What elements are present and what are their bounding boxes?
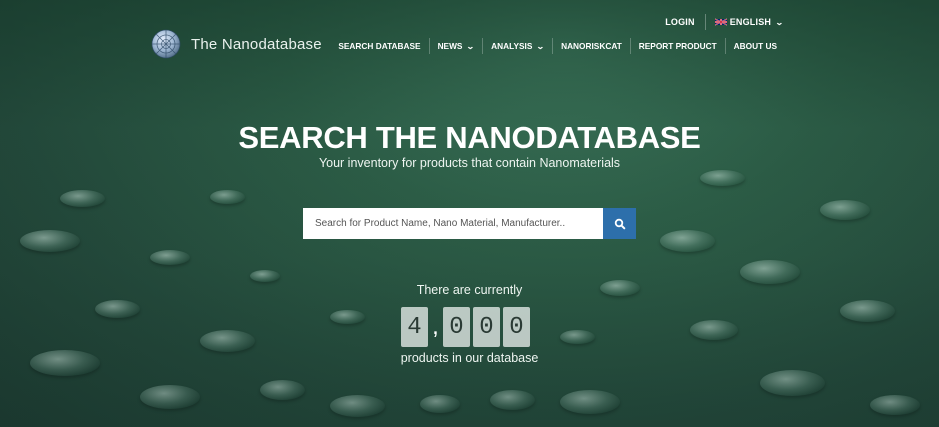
login-link[interactable]: LOGIN [655,15,705,29]
chevron-down-icon: ⌄ [775,17,785,27]
site-logo[interactable]: The Nanodatabase [150,28,322,60]
product-counter: 4 , 0 0 0 [401,307,533,347]
counter-intro: There are currently [416,283,523,297]
nav-item-analysis[interactable]: ANALYSIS ⌄ [482,38,552,54]
counter-digit: 4 [401,307,428,347]
language-selector[interactable]: ENGLISH ⌄ [706,15,785,29]
nanoparticle-sphere-icon [151,29,181,59]
nav-item-news[interactable]: NEWS ⌄ [428,38,483,54]
language-label: ENGLISH [729,17,772,27]
search-icon [614,218,625,229]
search-input[interactable] [303,208,603,239]
nav-item-label: NANORISKCAT [561,41,622,51]
nav-item-label: REPORT PRODUCT [638,41,717,51]
counter-suffix: products in our database [400,351,539,365]
nav-item-label: ANALYSIS [491,41,533,51]
nav-item-search-database[interactable]: SEARCH DATABASE [330,38,428,54]
nav-item-label: NEWS [437,41,463,51]
nav-item-report-product[interactable]: REPORT PRODUCT [629,38,725,54]
site-name: The Nanodatabase [191,35,322,53]
nav-item-label: SEARCH DATABASE [338,41,421,51]
chevron-down-icon: ⌄ [466,41,476,51]
counter-digit: 0 [503,307,530,347]
nav-item-about-us[interactable]: ABOUT US [724,38,785,54]
counter-digit: 0 [473,307,500,347]
nav-item-nanoriskcat[interactable]: NANORISKCAT [552,38,630,54]
chevron-down-icon: ⌄ [536,41,546,51]
counter-separator: , [432,313,439,340]
hero-subtitle: Your inventory for products that contain… [318,156,621,170]
uk-flag-icon [714,18,727,26]
search-form [303,208,636,239]
main-navigation: SEARCH DATABASE NEWS ⌄ ANALYSIS ⌄ NANORI… [330,38,785,54]
nav-item-label: ABOUT US [733,41,777,51]
search-button[interactable] [603,208,636,239]
top-utility-bar: LOGIN ENGLISH ⌄ [655,14,785,30]
hero-title: SEARCH THE NANODATABASE [238,120,701,155]
counter-digit: 0 [443,307,470,347]
